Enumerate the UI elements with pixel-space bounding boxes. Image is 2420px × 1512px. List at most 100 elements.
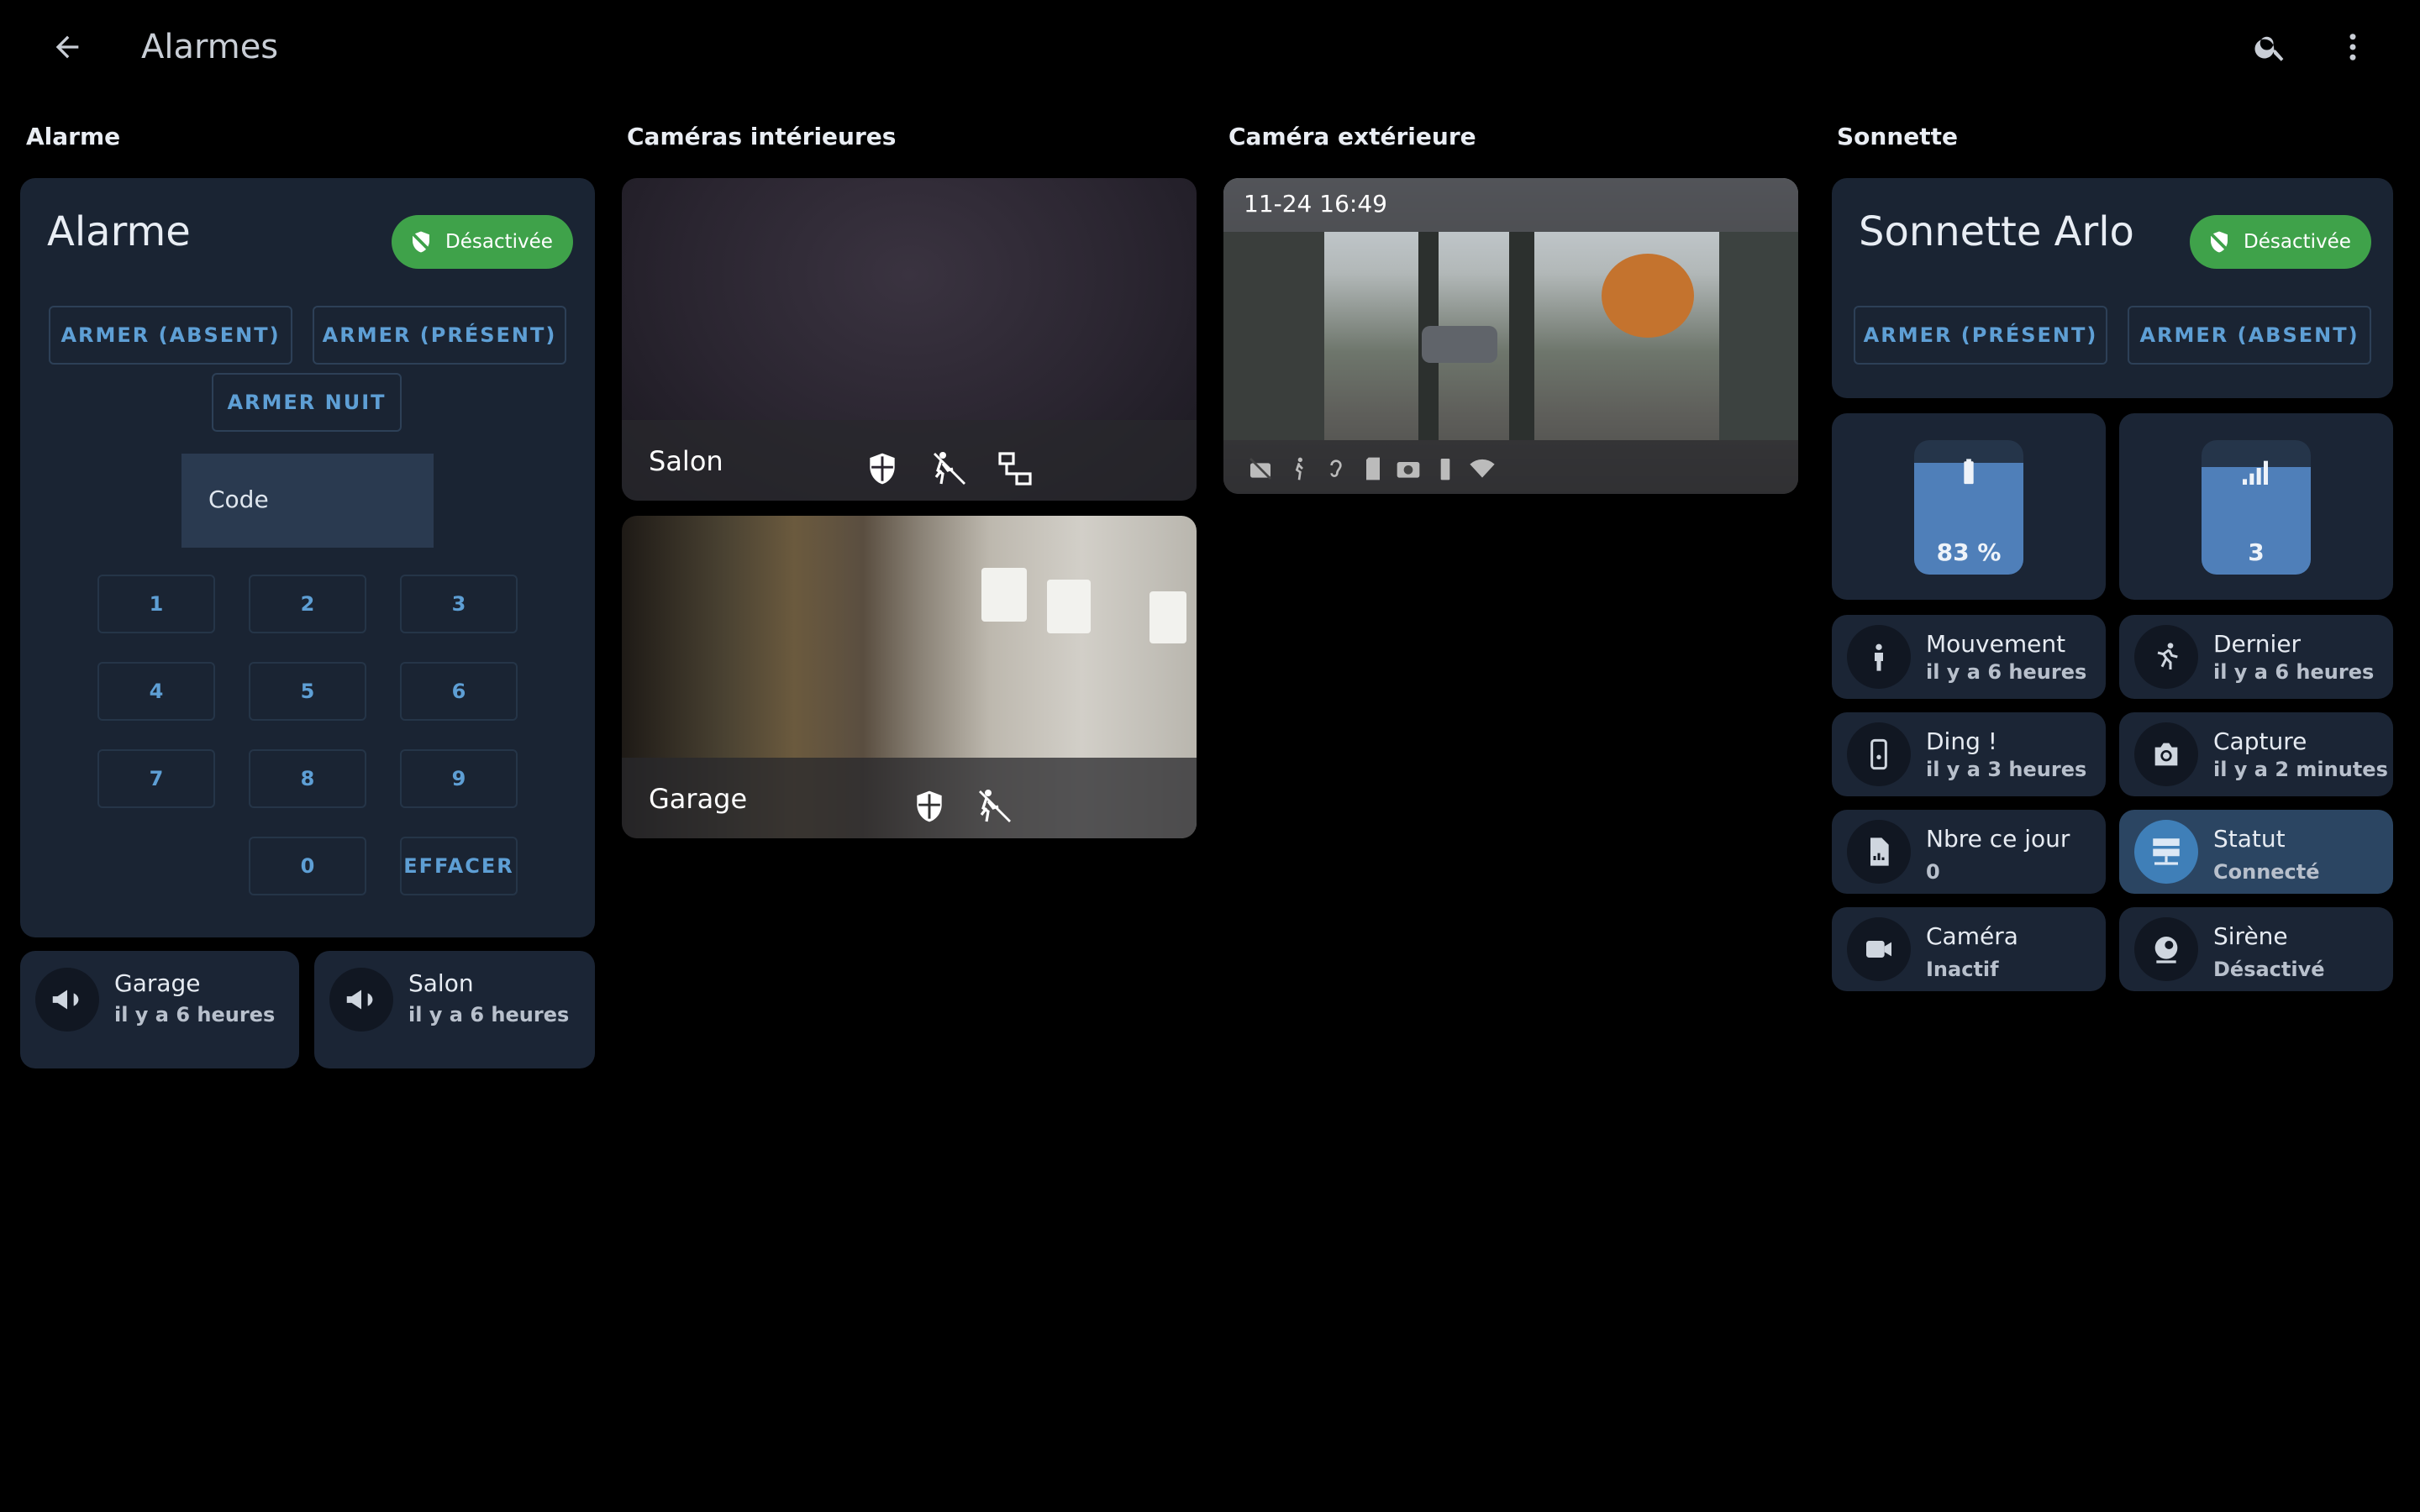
keypad-key-7[interactable]: 7 (97, 749, 215, 808)
signal-value: 3 (2248, 538, 2265, 566)
shield-off-icon (2208, 231, 2230, 253)
back-button[interactable] (44, 25, 91, 69)
alarm-panel-card: Alarme Désactivée ARMER (ABSENT) ARMER (… (20, 178, 595, 937)
keypad-key-8[interactable]: 8 (249, 749, 366, 808)
tile-mouvement[interactable]: Mouvement il y a 6 heures (1832, 615, 2106, 699)
camera-feed-garage[interactable]: Garage (622, 516, 1197, 838)
tile-camera[interactable]: Caméra Inactif (1832, 907, 2106, 991)
shield-icon[interactable] (911, 786, 948, 827)
camera-name-salon: Salon (649, 445, 723, 477)
tile-nbre-ce-jour[interactable]: Nbre ce jour 0 (1832, 810, 2106, 894)
door-frame (1509, 232, 1534, 440)
siren-tile-salon[interactable]: Salon il y a 6 heures (314, 951, 595, 1068)
column-heading-alarm: Alarme (26, 123, 121, 150)
tile-nbre-ce-jour-name: Nbre ce jour (1926, 825, 2070, 853)
tile-statut-state: Connecté (2213, 860, 2320, 884)
keypad-key-6[interactable]: 6 (400, 662, 518, 721)
tile-statut[interactable]: Statut Connecté (2119, 810, 2393, 894)
search-button[interactable] (2247, 24, 2294, 71)
keypad-key-4[interactable]: 4 (97, 662, 215, 721)
battery-icon (1440, 459, 1450, 480)
signal-strength-icon (2243, 460, 2268, 485)
tile-ding-state: il y a 3 heures (1926, 758, 2087, 781)
code-input[interactable]: Code (182, 454, 434, 548)
camera-feed-salon[interactable]: Salon (622, 178, 1197, 501)
doorbell-arm-away-button[interactable]: ARMER (ABSENT) (2128, 306, 2371, 365)
door-frame (1719, 232, 1798, 440)
search-icon (2254, 36, 2284, 61)
tile-dernier[interactable]: Dernier il y a 6 heures (2119, 615, 2393, 699)
tile-mouvement-name: Mouvement (1926, 630, 2066, 658)
tile-mouvement-state: il y a 6 heures (1926, 660, 2087, 684)
arm-away-button[interactable]: ARMER (ABSENT) (49, 306, 292, 365)
arm-night-button[interactable]: ARMER NUIT (212, 373, 402, 432)
camera-off-icon (1249, 458, 1271, 480)
garage-window (1047, 580, 1091, 633)
tile-capture-state: il y a 2 minutes (2213, 758, 2388, 781)
battery-gauge-tile[interactable]: 83 % (1832, 413, 2106, 600)
page-title: Alarmes (141, 28, 279, 66)
battery-gauge: 83 % (1914, 440, 2023, 575)
garage-window (1150, 591, 1186, 643)
arm-home-button[interactable]: ARMER (PRÉSENT) (313, 306, 566, 365)
siren-tile-garage[interactable]: Garage il y a 6 heures (20, 951, 299, 1068)
keypad-key-5[interactable]: 5 (249, 662, 366, 721)
keypad-key-0[interactable]: 0 (249, 837, 366, 895)
run-icon (2134, 625, 2198, 689)
sd-card-icon (1366, 457, 1380, 480)
autumn-tree (1602, 254, 1694, 338)
signal-gauge-tile[interactable]: 3 (2119, 413, 2393, 600)
alarm-panel-title: Alarme (47, 208, 191, 255)
server-network-icon (2134, 820, 2198, 884)
keypad-key-3[interactable]: 3 (400, 575, 518, 633)
shield-icon[interactable] (864, 449, 901, 489)
door-frame (1223, 232, 1324, 440)
wifi-icon (1470, 459, 1495, 478)
doorbell-icon (1847, 722, 1911, 786)
megaphone-icon (329, 968, 393, 1032)
network-icon[interactable] (995, 449, 1035, 489)
motion-icon[interactable] (928, 449, 971, 489)
tile-statut-name: Statut (2213, 825, 2286, 853)
camera-feed-outdoor[interactable]: 11-24 16:49 (1223, 178, 1798, 494)
ear-hearing-icon (1330, 459, 1342, 477)
siren-salon-state: il y a 6 heures (408, 1003, 570, 1026)
doorbell-panel-title: Sonnette Arlo (1859, 208, 2134, 255)
siren-garage-state: il y a 6 heures (114, 1003, 276, 1026)
tile-sirene[interactable]: Sirène Désactivé (2119, 907, 2393, 991)
camera-name-garage: Garage (649, 783, 748, 815)
column-heading-doorbell: Sonnette (1837, 123, 1959, 150)
tile-capture[interactable]: Capture il y a 2 minutes (2119, 712, 2393, 796)
siren-garage-name: Garage (114, 969, 201, 997)
tile-ding[interactable]: Ding ! il y a 3 heures (1832, 712, 2106, 796)
more-options-button[interactable] (2329, 24, 2376, 71)
keypad-key-1[interactable]: 1 (97, 575, 215, 633)
tile-ding-name: Ding ! (1926, 727, 1997, 755)
camera-icon (1397, 462, 1420, 478)
alarm-light-icon (2134, 917, 2198, 981)
tile-dernier-name: Dernier (2213, 630, 2302, 658)
doorbell-status-label: Désactivée (2244, 231, 2351, 253)
tile-sirene-state: Désactivé (2213, 958, 2325, 981)
doorbell-arm-home-button[interactable]: ARMER (PRÉSENT) (1854, 306, 2107, 365)
column-heading-indoor-cameras: Caméras intérieures (627, 123, 897, 150)
garage-window (981, 568, 1027, 622)
motion-icon[interactable] (973, 786, 1017, 827)
app-bar: Alarmes (0, 0, 2420, 94)
tile-dernier-state: il y a 6 heures (2213, 660, 2375, 684)
camera-icon (2134, 722, 2198, 786)
keypad-key-2[interactable]: 2 (249, 575, 366, 633)
keypad-key-9[interactable]: 9 (400, 749, 518, 808)
parked-car (1422, 326, 1497, 363)
more-vertical-icon (2349, 34, 2356, 60)
tile-nbre-ce-jour-state: 0 (1926, 860, 1940, 884)
camera-timestamp: 11-24 16:49 (1244, 190, 1387, 218)
walk-icon (1295, 457, 1303, 480)
alarm-status-label: Désactivée (445, 231, 553, 253)
file-chart-icon (1847, 820, 1911, 884)
doorbell-status-badge: Désactivée (2190, 215, 2371, 269)
tile-camera-name: Caméra (1926, 922, 2018, 950)
arrow-left-icon (55, 35, 79, 59)
motion-sensor-icon (1847, 625, 1911, 689)
keypad-clear-button[interactable]: EFFACER (400, 837, 518, 895)
